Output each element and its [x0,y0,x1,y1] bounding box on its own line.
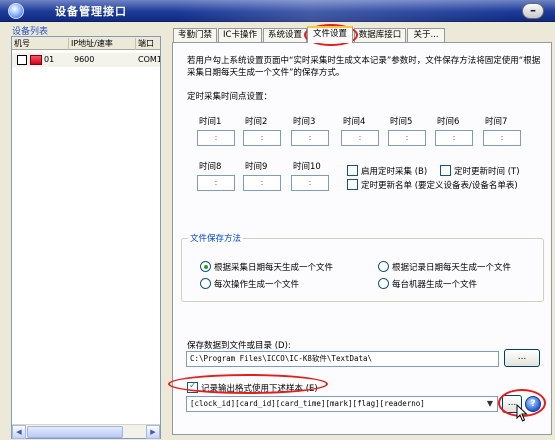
time-slot-label: 时间6 [437,117,460,127]
tab-attendance[interactable]: 考勤门禁 [173,28,217,42]
tab-file-settings[interactable]: 文件设置 [307,26,353,43]
scroll-left-icon[interactable]: ◀ [12,425,26,439]
column-header-ip-rate[interactable]: IP地址/速率 [69,38,136,50]
tab-about[interactable]: 关于... [407,28,445,42]
time-slot-label: 时间1 [199,117,222,127]
chevron-down-icon[interactable]: ▼ [483,397,497,411]
time-slot-label: 时间5 [390,117,413,127]
device-port: COM1 [138,55,160,64]
time-slot-input[interactable]: : [483,130,521,146]
column-header-port[interactable]: 端口 [136,38,160,50]
browse-path-button[interactable]: ... [504,349,540,367]
time-slot-input[interactable]: : [435,130,473,146]
device-list-horizontal-scrollbar[interactable]: ◀ ▶ [12,424,160,439]
time-slot-input[interactable]: : [243,130,281,146]
timing-section-label: 定时采集时间点设置： [187,92,273,102]
device-rate: 9600 [74,55,95,64]
enable-timed-collection-label: 启用定时采集 (B) [361,167,428,177]
format-template-input[interactable]: [clock_id][card_id][card_time][mark][fla… [186,396,498,412]
column-header-id[interactable]: 机号 [12,38,69,50]
save-per-operation-label: 每次操作生成一个文件 [214,280,300,290]
time-slot-label: 时间3 [293,117,316,127]
file-settings-description: 若用户勾上系统设置页面中“实时采集时生成文本记录”参数时，文件保存方法将固定使用… [187,56,541,78]
device-icon [30,55,42,65]
time-slot-label: 时间7 [485,117,508,127]
window-title: 设备管理接口 [55,5,127,18]
scroll-right-icon[interactable]: ▶ [146,425,160,439]
device-row-checkbox[interactable] [17,55,27,65]
title-bar: 设备管理接口 – [0,0,555,22]
tab-ic-card[interactable]: IC卡操作 [218,28,262,42]
device-row[interactable]: 01 9600 COM1 [12,53,160,67]
title-bar-decoration [175,0,515,22]
tab-database-interface[interactable]: 数据库接口 [354,28,406,42]
save-path-label: 保存数据到文件或目录 (D): [187,341,291,351]
scrollbar-thumb[interactable] [27,426,123,438]
mouse-pointer-icon [516,404,528,422]
time-slot-label: 时间10 [293,162,321,172]
time-slot-label: 时间4 [343,117,366,127]
timed-update-time-label: 定时更新时间 (T) [454,167,520,177]
enable-timed-collection-checkbox[interactable] [347,165,358,176]
time-slot-input[interactable]: : [291,130,329,146]
time-slot-label: 时间2 [245,117,268,127]
save-per-operation-radio[interactable] [200,278,211,289]
time-slot-input[interactable]: : [388,130,426,146]
timed-update-roster-label: 定时更新名单 (要定义设备表/设备名单表) [361,181,518,191]
minimize-button[interactable]: – [522,3,544,19]
save-by-collection-date-radio[interactable] [200,261,211,272]
time-slot-input[interactable]: : [243,175,281,191]
tab-system-settings[interactable]: 系统设置 [263,28,307,42]
timed-update-time-checkbox[interactable] [440,165,451,176]
app-logo-icon [8,3,24,19]
save-by-record-date-label: 根据记录日期每天生成一个文件 [392,263,512,273]
save-by-record-date-radio[interactable] [378,261,389,272]
time-slot-input[interactable]: : [291,175,329,191]
time-slot-label: 时间8 [199,162,222,172]
time-slot-input[interactable]: : [341,130,379,146]
save-by-collection-date-label: 根据采集日期每天生成一个文件 [214,263,334,273]
time-slot-input[interactable]: : [197,130,235,146]
timed-update-roster-checkbox[interactable] [347,179,358,190]
device-list-header: 机号 IP地址/速率 端口 [12,37,160,50]
annotation-circle-checkbox [168,374,328,394]
device-id: 01 [44,55,55,64]
save-method-title: 文件保存方法 [188,232,244,244]
device-list: 机号 IP地址/速率 端口 01 9600 COM1 ◀ ▶ [11,36,161,439]
time-slot-input[interactable]: : [197,175,235,191]
device-list-pane: 设备列表 机号 IP地址/速率 端口 01 9600 COM1 ◀ ▶ [0,22,163,440]
save-path-input[interactable]: C:\Program Files\ICCO\IC-K8软件\TextData\ [186,351,499,367]
time-slot-label: 时间9 [245,162,268,172]
save-per-machine-radio[interactable] [378,278,389,289]
save-per-machine-label: 每台机器生成一个文件 [392,280,478,290]
